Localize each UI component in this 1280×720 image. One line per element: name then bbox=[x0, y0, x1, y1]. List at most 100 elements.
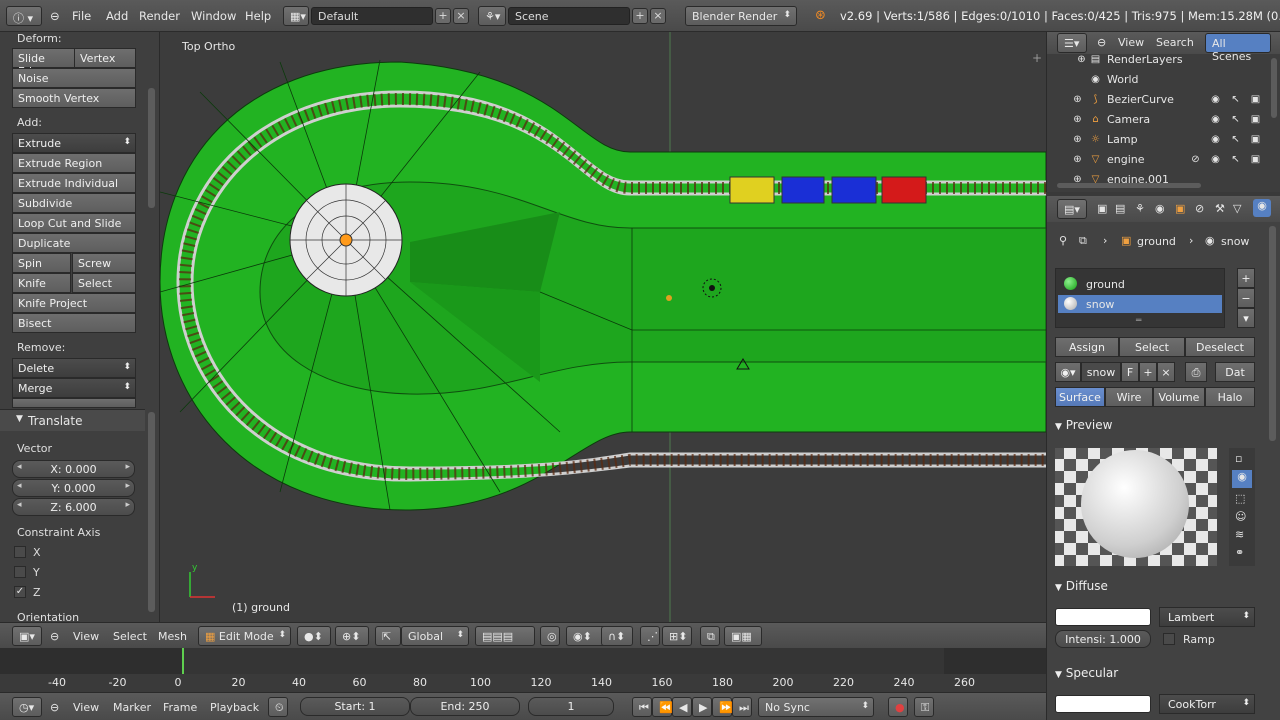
collapse-icon[interactable]: ⊖ bbox=[50, 630, 59, 643]
timeline-track[interactable] bbox=[0, 648, 1046, 674]
deselect-button[interactable]: Deselect bbox=[1185, 337, 1255, 357]
menu-render[interactable]: Render bbox=[139, 9, 180, 23]
material-slot-list[interactable]: ground snow ═ bbox=[1055, 268, 1225, 328]
expand-icon[interactable]: ⊕ bbox=[1071, 93, 1084, 106]
visibility-eye-icon[interactable]: ◉ bbox=[1209, 93, 1222, 106]
jump-start-icon[interactable]: ⏮ bbox=[632, 697, 652, 717]
world-tab-icon[interactable]: ◉ bbox=[1155, 202, 1165, 215]
select-arrow-icon[interactable]: ↖ bbox=[1229, 113, 1242, 126]
3d-mesh-menu[interactable]: Mesh bbox=[158, 630, 187, 643]
outliner-scrollbar[interactable] bbox=[1271, 58, 1277, 118]
translate-panel-header[interactable]: ▼ Translate bbox=[0, 409, 145, 431]
subdivide-button[interactable]: Subdivide bbox=[12, 193, 136, 213]
collapse-icon[interactable]: ⊖ bbox=[50, 9, 60, 23]
properties-scrollbar[interactable] bbox=[1269, 226, 1276, 441]
material-tab-icon[interactable]: ◉ bbox=[1253, 199, 1271, 217]
material-slot-snow[interactable]: snow bbox=[1058, 295, 1222, 313]
render-engine-dropdown[interactable]: Blender Render ⬍ bbox=[685, 6, 797, 26]
outliner-item-renderlayers[interactable]: ⊕ ▤ RenderLayers bbox=[1047, 50, 1269, 70]
remove-slot-button[interactable]: − bbox=[1237, 288, 1255, 308]
render-preview-icon[interactable]: ▣▦ bbox=[724, 626, 762, 646]
proportional-edit-icon[interactable]: ◎ bbox=[540, 626, 560, 646]
start-frame-field[interactable]: Start: 1 bbox=[300, 697, 410, 716]
expand-icon[interactable]: ⊕ bbox=[1071, 133, 1084, 146]
scene-field[interactable]: Scene bbox=[508, 7, 630, 25]
specular-shader-dropdown[interactable]: CookTorr ⬍ bbox=[1159, 694, 1255, 714]
preview-monkey-icon[interactable]: ☺ bbox=[1235, 510, 1246, 523]
timeline-view-menu[interactable]: View bbox=[73, 701, 99, 714]
vertex-select-icon[interactable]: ◉⬍ bbox=[566, 626, 606, 646]
preview-hair-icon[interactable]: ≋ bbox=[1235, 528, 1244, 541]
menu-window[interactable]: Window bbox=[191, 9, 236, 23]
menu-add[interactable]: Add bbox=[106, 9, 128, 23]
expand-icon[interactable]: ⊕ bbox=[1071, 113, 1084, 126]
render-camera-icon[interactable]: ▣ bbox=[1249, 113, 1262, 126]
outliner-view-menu[interactable]: View bbox=[1118, 36, 1144, 49]
render-camera-icon[interactable]: ▣ bbox=[1249, 93, 1262, 106]
knife-button[interactable]: Knife bbox=[12, 273, 71, 293]
timeline-marker-menu[interactable]: Marker bbox=[113, 701, 151, 714]
timeline-frame-menu[interactable]: Frame bbox=[163, 701, 197, 714]
jump-key-forward-icon[interactable]: ⏩ bbox=[712, 697, 733, 717]
select-arrow-icon[interactable]: ↖ bbox=[1229, 93, 1242, 106]
outliner-hscrollbar[interactable] bbox=[1057, 183, 1201, 188]
vector-z-field[interactable]: ◂ Z: 6.000 ▸ bbox=[12, 498, 135, 516]
outliner-item-camera[interactable]: ⊕ ⌂ Camera ◉ ↖ ▣ bbox=[1047, 110, 1269, 130]
tab-wire[interactable]: Wire bbox=[1105, 387, 1153, 407]
material-slot-ground[interactable]: ground bbox=[1058, 275, 1222, 293]
unlink-material-button[interactable]: × bbox=[1157, 362, 1175, 382]
select-arrow-icon[interactable]: ↖ bbox=[1229, 153, 1242, 166]
play-icon[interactable]: ▶ bbox=[692, 697, 712, 717]
outliner[interactable]: ☰▾ ⊖ View Search All Scenes ⊕ ▤ RenderLa… bbox=[1046, 32, 1280, 192]
slide-edge-button[interactable]: Slide Edge bbox=[12, 48, 75, 78]
vector-y-field[interactable]: ◂ Y: 0.000 ▸ bbox=[12, 479, 135, 497]
snap-icon[interactable]: ⋰ bbox=[640, 626, 660, 646]
loop-cut-button[interactable]: Loop Cut and Slide bbox=[12, 213, 136, 233]
outliner-item-world[interactable]: ◉ World bbox=[1047, 70, 1269, 90]
menu-file[interactable]: File bbox=[72, 9, 91, 23]
sync-dropdown[interactable]: No Sync ⬍ bbox=[758, 697, 874, 717]
diffuse-intensity-field[interactable]: Intensi: 1.000 bbox=[1055, 630, 1151, 648]
material-browse-icon[interactable]: ◉▾ bbox=[1055, 362, 1081, 382]
select-material-button[interactable]: Select bbox=[1119, 337, 1185, 357]
tab-volume[interactable]: Volume bbox=[1153, 387, 1205, 407]
visibility-eye-icon[interactable]: ◉ bbox=[1209, 153, 1222, 166]
fake-user-button[interactable]: F bbox=[1121, 362, 1139, 382]
add-screen-icon[interactable]: + bbox=[435, 8, 451, 24]
viewport-shading-dropdown[interactable]: ●⬍ bbox=[297, 626, 331, 646]
visibility-eye-icon[interactable]: ◉ bbox=[1209, 113, 1222, 126]
preview-range-icon[interactable]: ⏲ bbox=[268, 697, 288, 717]
scene-tab-icon[interactable]: ⚘ bbox=[1135, 202, 1145, 215]
outliner-item-lamp[interactable]: ⊕ ☼ Lamp ◉ ↖ ▣ bbox=[1047, 130, 1269, 150]
expand-icon[interactable]: ⊕ bbox=[1071, 153, 1084, 166]
3d-view-menu[interactable]: View bbox=[73, 630, 99, 643]
end-frame-field[interactable]: End: 250 bbox=[410, 697, 520, 716]
tool-shelf-scrollbar-top[interactable] bbox=[148, 88, 155, 208]
extrude-region-button[interactable]: Extrude Region bbox=[12, 153, 136, 173]
object-tab-icon[interactable]: ▣ bbox=[1175, 202, 1185, 215]
renderlayer-tab-icon[interactable]: ▤ bbox=[1115, 202, 1125, 215]
preview-sphere-icon[interactable]: ◉ bbox=[1232, 470, 1252, 488]
outliner-item-beziercurve[interactable]: ⊕ ⟆ BezierCurve ◉ ↖ ▣ bbox=[1047, 90, 1269, 110]
bisect-button[interactable]: Bisect bbox=[12, 313, 136, 333]
expand-icon[interactable]: ⊕ bbox=[1075, 53, 1088, 66]
noise-button[interactable]: Noise bbox=[12, 68, 136, 88]
specular-color-swatch[interactable] bbox=[1055, 695, 1151, 713]
add-slot-button[interactable]: + bbox=[1237, 268, 1255, 288]
pin-icon[interactable]: ⚲ bbox=[1059, 234, 1067, 247]
constraints-tab-icon[interactable]: ⊘ bbox=[1195, 202, 1204, 215]
constraint-y-checkbox[interactable] bbox=[14, 566, 26, 578]
add-scene-icon[interactable]: + bbox=[632, 8, 648, 24]
jump-key-back-icon[interactable]: ⏪ bbox=[652, 697, 673, 717]
preview-sky-icon[interactable]: ⚭ bbox=[1235, 546, 1244, 559]
properties-editor-type-button[interactable]: ▤▾ bbox=[1057, 199, 1087, 219]
modifiers-tab-icon[interactable]: ⚒ bbox=[1215, 202, 1225, 215]
select-arrow-icon[interactable]: ↖ bbox=[1229, 133, 1242, 146]
visibility-eye-icon[interactable]: ◉ bbox=[1209, 133, 1222, 146]
mode-dropdown[interactable]: ▦ Edit Mode ⬍ bbox=[198, 626, 291, 646]
data-link-dropdown[interactable]: Dat bbox=[1215, 362, 1255, 382]
ramp-checkbox[interactable] bbox=[1163, 633, 1175, 645]
preview-flat-icon[interactable]: ▫ bbox=[1235, 452, 1242, 465]
resize-handle-icon[interactable]: ═ bbox=[1136, 316, 1141, 326]
3d-editor-type-button[interactable]: ▣▾ bbox=[12, 626, 42, 646]
